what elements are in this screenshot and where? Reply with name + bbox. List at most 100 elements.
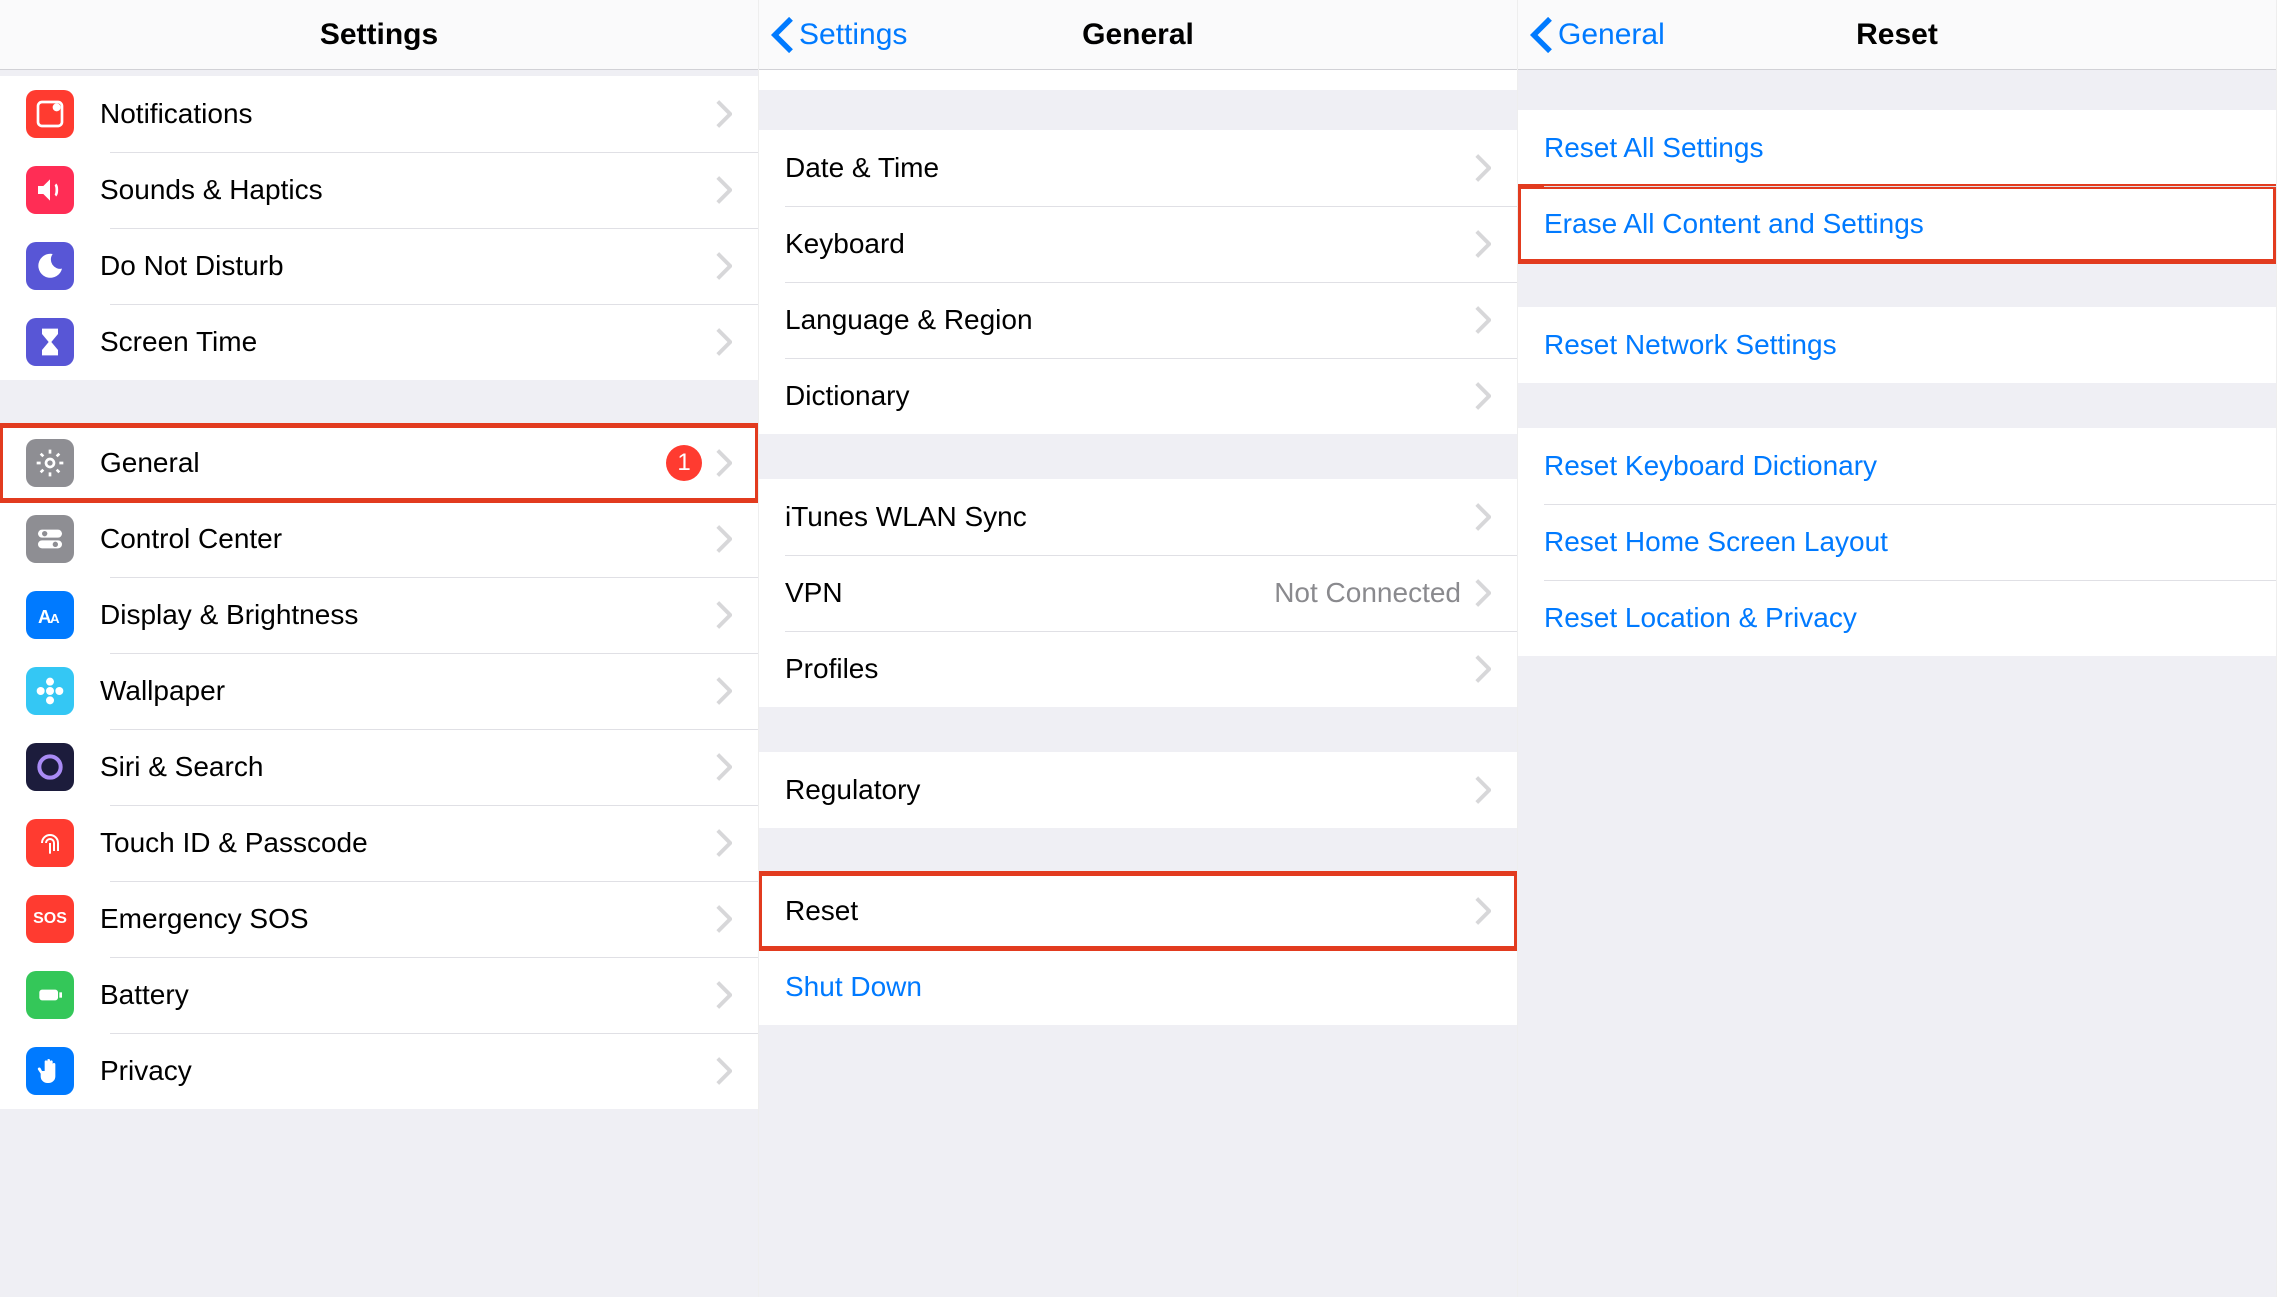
row-label: Touch ID & Passcode	[100, 827, 716, 859]
row-label: Control Center	[100, 523, 716, 555]
chevron-right-icon	[716, 1057, 732, 1085]
row-label: Keyboard	[785, 228, 1475, 260]
row-battery[interactable]: Battery	[0, 957, 758, 1033]
chevron-right-icon	[1475, 154, 1491, 182]
flower-icon	[26, 667, 74, 715]
row-shut-down[interactable]: Shut Down	[759, 949, 1517, 1025]
row-siri[interactable]: Siri & Search	[0, 729, 758, 805]
chevron-right-icon	[716, 981, 732, 1009]
row-wallpaper[interactable]: Wallpaper	[0, 653, 758, 729]
sounds-icon	[26, 166, 74, 214]
row-reset-network[interactable]: Reset Network Settings	[1518, 307, 2276, 383]
row-label: Display & Brightness	[100, 599, 716, 631]
chevron-right-icon	[1475, 897, 1491, 925]
row-date-time[interactable]: Date & Time	[759, 130, 1517, 206]
row-label: General	[100, 447, 666, 479]
chevron-left-icon	[771, 17, 793, 53]
notifications-icon	[26, 90, 74, 138]
row-sos[interactable]: SOS Emergency SOS	[0, 881, 758, 957]
nav-header: Settings	[0, 0, 758, 70]
row-label: Reset Location & Privacy	[1544, 602, 2250, 634]
row-itunes-sync[interactable]: iTunes WLAN Sync	[759, 479, 1517, 555]
general-list: Date & Time Keyboard Language & Region D…	[759, 70, 1517, 1297]
row-regulatory[interactable]: Regulatory	[759, 752, 1517, 828]
row-label: Date & Time	[785, 152, 1475, 184]
nav-back-label: Settings	[799, 18, 907, 52]
chevron-right-icon	[1475, 230, 1491, 258]
row-keyboard[interactable]: Keyboard	[759, 206, 1517, 282]
row-language[interactable]: Language & Region	[759, 282, 1517, 358]
gear-icon	[26, 439, 74, 487]
chevron-right-icon	[716, 449, 732, 477]
chevron-right-icon	[716, 525, 732, 553]
fingerprint-icon	[26, 819, 74, 867]
row-label: Screen Time	[100, 326, 716, 358]
row-label: Profiles	[785, 653, 1475, 685]
row-label: Siri & Search	[100, 751, 716, 783]
nav-back-button[interactable]: Settings	[759, 17, 907, 53]
row-label: Do Not Disturb	[100, 250, 716, 282]
settings-panel: Settings Notifications Sounds & Haptics …	[0, 0, 759, 1297]
row-label: Regulatory	[785, 774, 1475, 806]
row-value: Not Connected	[1274, 577, 1461, 609]
row-label: Notifications	[100, 98, 716, 130]
row-erase-all[interactable]: Erase All Content and Settings	[1518, 186, 2276, 262]
chevron-right-icon	[1475, 655, 1491, 683]
general-panel: Settings General Date & Time Keyboard La…	[759, 0, 1518, 1297]
moon-icon	[26, 242, 74, 290]
siri-icon	[26, 743, 74, 791]
chevron-right-icon	[716, 753, 732, 781]
row-label: Reset	[785, 895, 1475, 927]
row-reset-home-layout[interactable]: Reset Home Screen Layout	[1518, 504, 2276, 580]
row-dnd[interactable]: Do Not Disturb	[0, 228, 758, 304]
chevron-right-icon	[716, 252, 732, 280]
row-screentime[interactable]: Screen Time	[0, 304, 758, 380]
row-control-center[interactable]: Control Center	[0, 501, 758, 577]
row-profiles[interactable]: Profiles	[759, 631, 1517, 707]
row-display[interactable]: AA Display & Brightness	[0, 577, 758, 653]
chevron-right-icon	[1475, 579, 1491, 607]
row-privacy[interactable]: Privacy	[0, 1033, 758, 1109]
row-label: Battery	[100, 979, 716, 1011]
notification-badge: 1	[666, 445, 702, 481]
row-label: VPN	[785, 577, 1274, 609]
row-label: Sounds & Haptics	[100, 174, 716, 206]
nav-back-button[interactable]: General	[1518, 17, 1665, 53]
nav-header: General Reset	[1518, 0, 2276, 70]
row-reset-location-privacy[interactable]: Reset Location & Privacy	[1518, 580, 2276, 656]
row-label: Wallpaper	[100, 675, 716, 707]
row-label: Privacy	[100, 1055, 716, 1087]
chevron-right-icon	[716, 601, 732, 629]
row-reset-keyboard-dict[interactable]: Reset Keyboard Dictionary	[1518, 428, 2276, 504]
chevron-right-icon	[1475, 503, 1491, 531]
row-label: Reset Home Screen Layout	[1544, 526, 2250, 558]
chevron-right-icon	[716, 829, 732, 857]
row-label: Reset Network Settings	[1544, 329, 2250, 361]
row-touchid[interactable]: Touch ID & Passcode	[0, 805, 758, 881]
row-dictionary[interactable]: Dictionary	[759, 358, 1517, 434]
nav-title: Settings	[0, 18, 758, 52]
chevron-right-icon	[716, 328, 732, 356]
nav-header: Settings General	[759, 0, 1517, 70]
chevron-right-icon	[716, 905, 732, 933]
row-vpn[interactable]: VPN Not Connected	[759, 555, 1517, 631]
chevron-right-icon	[716, 176, 732, 204]
chevron-left-icon	[1530, 17, 1552, 53]
row-label: iTunes WLAN Sync	[785, 501, 1475, 533]
sos-icon: SOS	[26, 895, 74, 943]
row-label: Dictionary	[785, 380, 1475, 412]
row-sounds[interactable]: Sounds & Haptics	[0, 152, 758, 228]
row-general[interactable]: General 1	[0, 425, 758, 501]
row-reset-all-settings[interactable]: Reset All Settings	[1518, 110, 2276, 186]
battery-icon	[26, 971, 74, 1019]
chevron-right-icon	[1475, 382, 1491, 410]
row-label: Language & Region	[785, 304, 1475, 336]
row-label: Reset All Settings	[1544, 132, 2250, 164]
row-reset[interactable]: Reset	[759, 873, 1517, 949]
reset-list: Reset All Settings Erase All Content and…	[1518, 70, 2276, 1297]
row-notifications[interactable]: Notifications	[0, 76, 758, 152]
nav-back-label: General	[1558, 18, 1665, 52]
svg-text:A: A	[50, 611, 60, 626]
text-size-icon: AA	[26, 591, 74, 639]
reset-panel: General Reset Reset All Settings Erase A…	[1518, 0, 2277, 1297]
